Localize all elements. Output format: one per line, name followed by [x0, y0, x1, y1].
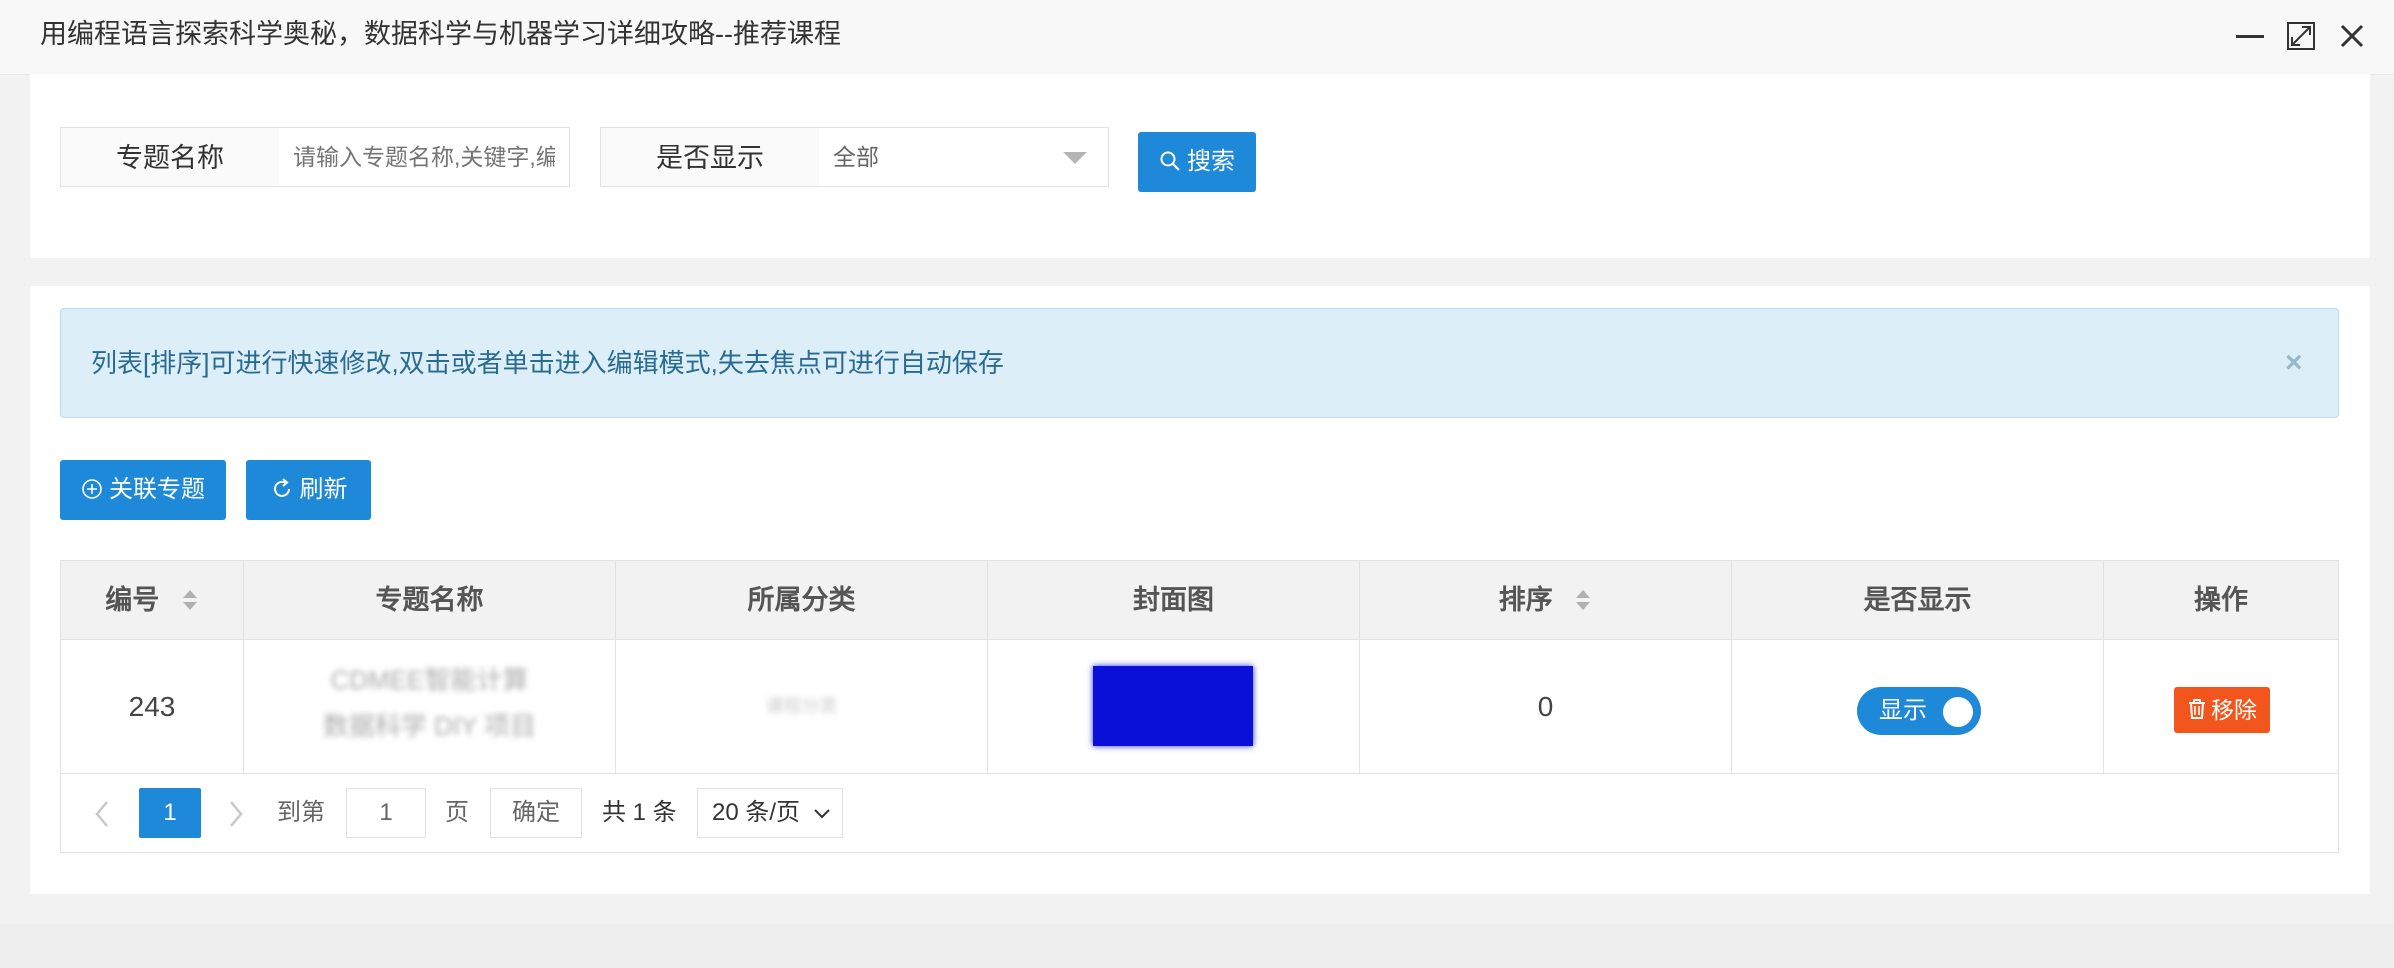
remove-button[interactable]: 移除 — [2174, 687, 2270, 733]
cell-id: 243 — [61, 640, 244, 773]
cell-actions: 移除 — [2104, 640, 2338, 773]
display-filter-value: 全部 — [833, 144, 879, 170]
sort-icon[interactable] — [1574, 587, 1592, 613]
info-alert: 列表[排序]可进行快速修改,双击或者单击进入编辑模式,失去焦点可进行自动保存 × — [60, 308, 2339, 418]
goto-label: 到第 — [277, 799, 325, 826]
page-unit-label: 页 — [445, 799, 469, 826]
category-text: 课程分类 — [765, 696, 838, 716]
refresh-label: 刷新 — [299, 476, 348, 503]
pagination: 1 到第 1 页 确定 共 1 条 20 条/页 — [61, 774, 2338, 852]
search-button-label: 搜索 — [1187, 148, 1235, 175]
footer-strip — [0, 924, 2394, 968]
alert-close-icon[interactable]: × — [2285, 345, 2303, 381]
table-row: 243 CDMEE智能计算 数据科学 DIY 项目 课程分类 0 显示 移除 — [61, 640, 2338, 774]
topic-table: 编号 专题名称 所属分类 封面图 排序 是否显示 操作 243 CDMEE智能计… — [60, 560, 2339, 853]
link-topic-button[interactable]: 关联专题 — [60, 460, 226, 520]
plus-circle-icon — [82, 478, 102, 499]
page-size-select[interactable]: 20 条/页 — [697, 788, 843, 838]
goto-confirm-button[interactable]: 确定 — [490, 788, 582, 838]
cell-topic-name: CDMEE智能计算 数据科学 DIY 项目 — [244, 640, 616, 773]
minimize-icon[interactable] — [2232, 18, 2268, 54]
trash-icon — [2189, 698, 2205, 719]
cell-category: 课程分类 — [616, 640, 988, 773]
display-toggle[interactable]: 显示 — [1857, 687, 1981, 735]
goto-page-input[interactable]: 1 — [346, 788, 426, 838]
topic-name-line2: 数据科学 DIY 项目 — [322, 711, 537, 741]
header-actions: 操作 — [2194, 585, 2248, 615]
header-sort[interactable]: 排序 — [1360, 561, 1732, 639]
remove-label: 移除 — [2211, 697, 2257, 723]
table-header: 编号 专题名称 所属分类 封面图 排序 是否显示 操作 — [61, 561, 2338, 640]
link-topic-label: 关联专题 — [109, 476, 205, 503]
cell-sort[interactable]: 0 — [1360, 640, 1732, 773]
topic-name-label: 专题名称 — [60, 127, 280, 187]
chevron-right-icon[interactable] — [221, 794, 251, 834]
display-filter-label: 是否显示 — [600, 127, 820, 187]
display-toggle-label: 显示 — [1879, 697, 1927, 724]
sort-icon[interactable] — [181, 587, 199, 613]
refresh-button[interactable]: 刷新 — [246, 460, 371, 520]
refresh-icon — [273, 477, 290, 497]
page-size-value: 20 条/页 — [712, 799, 801, 826]
alert-message: 列表[排序]可进行快速修改,双击或者单击进入编辑模式,失去焦点可进行自动保存 — [91, 348, 1004, 378]
header-id[interactable]: 编号 — [61, 561, 244, 639]
chevron-down-icon — [814, 809, 830, 819]
topic-search-field[interactable] — [279, 127, 570, 187]
chevron-down-icon — [1063, 152, 1087, 164]
search-button[interactable]: 搜索 — [1138, 132, 1256, 192]
maximize-icon[interactable] — [2283, 18, 2319, 54]
display-filter-select[interactable]: 全部 — [819, 127, 1109, 187]
header-cover: 封面图 — [988, 561, 1360, 639]
header-topic-name: 专题名称 — [244, 561, 616, 639]
page-number-current[interactable]: 1 — [139, 788, 201, 838]
window-titlebar: 用编程语言探索科学奥秘，数据科学与机器学习详细攻略--推荐课程 — [0, 0, 2394, 75]
header-category: 所属分类 — [616, 561, 988, 639]
topic-name-line1: CDMEE智能计算 — [330, 665, 529, 695]
cell-display: 显示 — [1732, 640, 2104, 773]
cell-cover — [988, 640, 1360, 773]
topic-search-input[interactable] — [293, 129, 555, 186]
search-icon — [1160, 151, 1180, 171]
chevron-left-icon[interactable] — [87, 794, 117, 834]
cover-image[interactable] — [1093, 666, 1253, 746]
toggle-knob — [1943, 697, 1973, 727]
close-icon[interactable] — [2334, 18, 2370, 54]
window-title: 用编程语言探索科学奥秘，数据科学与机器学习详细攻略--推荐课程 — [40, 19, 841, 49]
total-count: 共 1 条 — [602, 799, 677, 826]
header-display: 是否显示 — [1732, 561, 2104, 639]
